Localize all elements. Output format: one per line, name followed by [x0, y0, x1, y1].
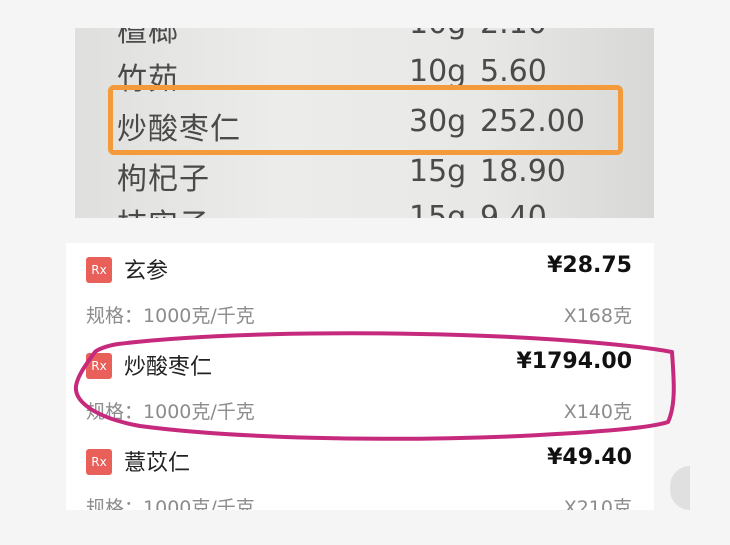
magenta-circle-annotation — [73, 331, 676, 441]
